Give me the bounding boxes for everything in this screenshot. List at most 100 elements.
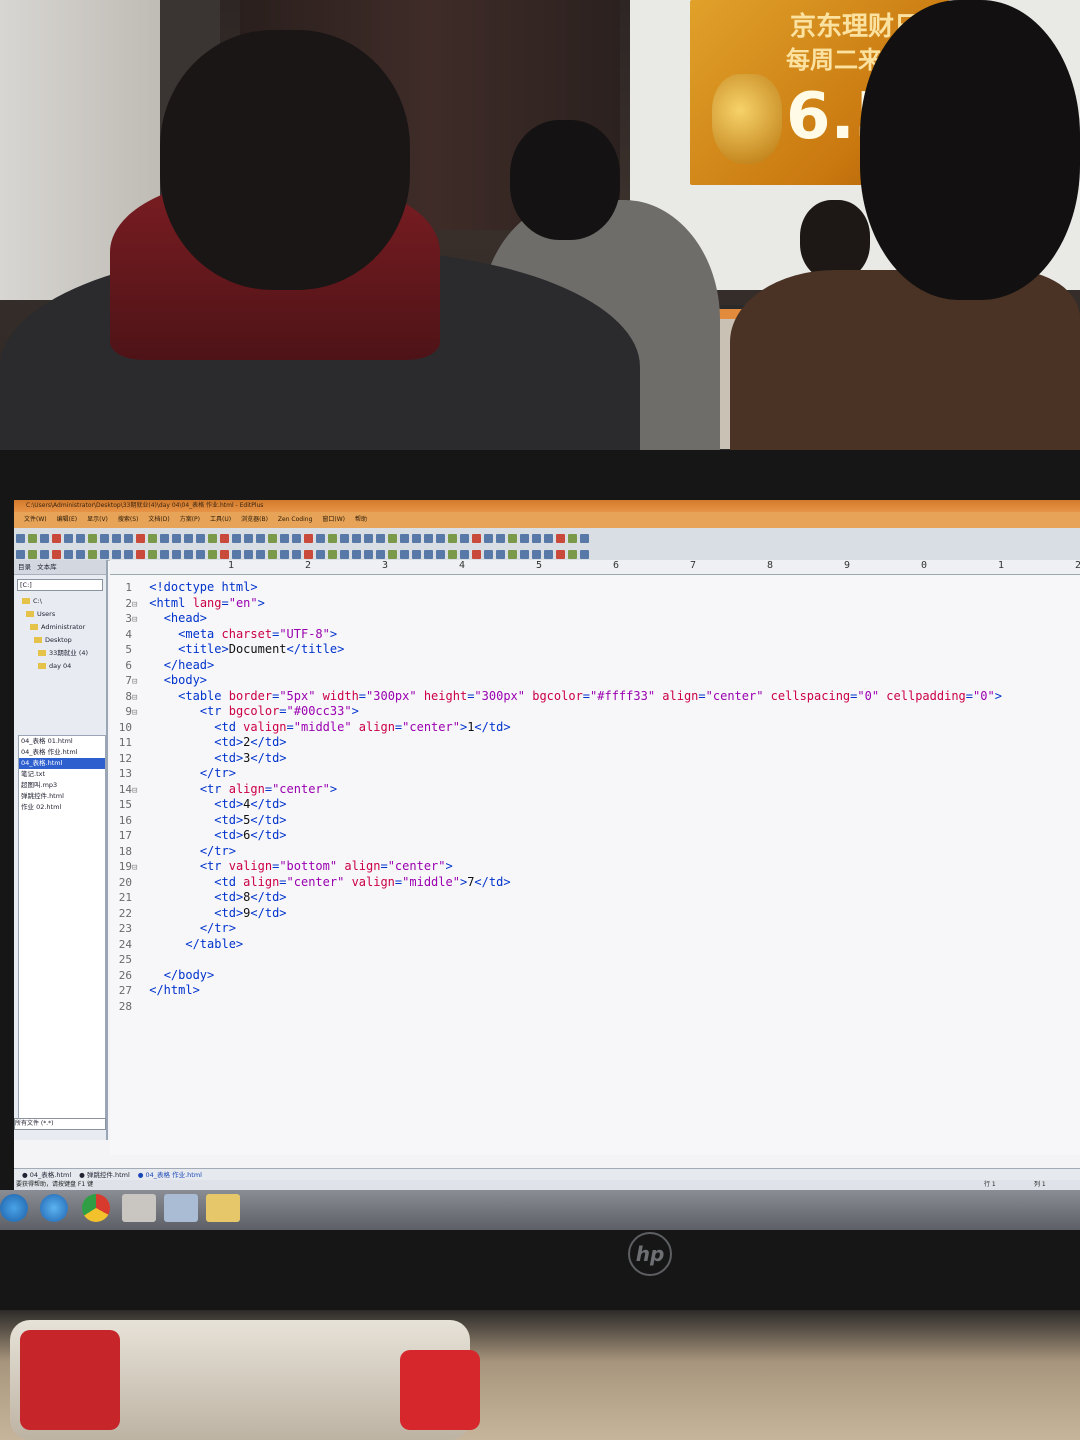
toolbar-button-icon[interactable] — [352, 550, 361, 559]
toolbar-button-icon[interactable] — [28, 534, 37, 543]
toolbar-button-icon[interactable] — [208, 550, 217, 559]
toolbar-button-icon[interactable] — [304, 534, 313, 543]
toolbar-button-icon[interactable] — [364, 534, 373, 543]
toolbar-button-icon[interactable] — [496, 550, 505, 559]
toolbar-button-icon[interactable] — [460, 550, 469, 559]
notepad-icon[interactable] — [164, 1194, 198, 1222]
toolbar-button-icon[interactable] — [556, 534, 565, 543]
folder-tree-item[interactable]: Users — [14, 608, 106, 621]
toolbar-button-icon[interactable] — [304, 550, 313, 559]
toolbar-button-icon[interactable] — [232, 534, 241, 543]
folder-tree-item[interactable]: day 04 — [14, 660, 106, 673]
toolbar-button-icon[interactable] — [352, 534, 361, 543]
tab-directory[interactable]: 目录 — [18, 560, 31, 574]
toolbar-button-icon[interactable] — [328, 534, 337, 543]
menu-item[interactable]: 工具(U) — [210, 516, 231, 523]
toolbar-button-icon[interactable] — [172, 534, 181, 543]
toolbar-button-icon[interactable] — [112, 550, 121, 559]
explorer-icon[interactable] — [206, 1194, 240, 1222]
toolbar-button-icon[interactable] — [40, 534, 49, 543]
folder-tree-item[interactable]: C:\ — [14, 595, 106, 608]
toolbar-button-icon[interactable] — [88, 550, 97, 559]
toolbar-button-icon[interactable] — [76, 534, 85, 543]
toolbar-button-icon[interactable] — [100, 534, 109, 543]
toolbar-button-icon[interactable] — [388, 550, 397, 559]
toolbar-button-icon[interactable] — [64, 550, 73, 559]
menu-item[interactable]: 浏览器(B) — [241, 516, 268, 523]
toolbar-button-icon[interactable] — [412, 550, 421, 559]
toolbar-button-icon[interactable] — [16, 550, 25, 559]
toolbar-button-icon[interactable] — [484, 534, 493, 543]
toolbar-button-icon[interactable] — [496, 534, 505, 543]
toolbar-button-icon[interactable] — [280, 534, 289, 543]
toolbar-button-icon[interactable] — [532, 550, 541, 559]
toolbar-button-icon[interactable] — [172, 550, 181, 559]
folder-tree-item[interactable]: Administrator — [14, 621, 106, 634]
toolbar-button-icon[interactable] — [400, 550, 409, 559]
toolbar-button-icon[interactable] — [436, 550, 445, 559]
toolbar-button-icon[interactable] — [580, 550, 589, 559]
file-list-item[interactable]: 04_表格.html — [19, 758, 105, 769]
toolbar-button-icon[interactable] — [268, 534, 277, 543]
toolbar-button-icon[interactable] — [52, 550, 61, 559]
toolbar-button-icon[interactable] — [196, 550, 205, 559]
toolbar-button-icon[interactable] — [64, 534, 73, 543]
menu-item[interactable]: 显示(V) — [87, 516, 108, 523]
menu-item[interactable]: 帮助 — [355, 516, 367, 523]
toolbar-button-icon[interactable] — [544, 550, 553, 559]
toolbar-button-icon[interactable] — [208, 534, 217, 543]
toolbar-button-icon[interactable] — [196, 534, 205, 543]
toolbar-button-icon[interactable] — [76, 550, 85, 559]
toolbar-button-icon[interactable] — [424, 550, 433, 559]
toolbar-button-icon[interactable] — [340, 550, 349, 559]
menu-item[interactable]: Zen Coding — [278, 516, 312, 523]
toolbar-button-icon[interactable] — [160, 550, 169, 559]
toolbar-button-icon[interactable] — [484, 550, 493, 559]
toolbar-button-icon[interactable] — [160, 534, 169, 543]
toolbar-button-icon[interactable] — [532, 534, 541, 543]
toolbar-button-icon[interactable] — [136, 550, 145, 559]
code-editor[interactable]: 1 <!doctype html> 2⊟ <html lang="en"> 3⊟ <… — [110, 575, 1080, 1155]
file-list-item[interactable]: 作业 02.html — [19, 802, 105, 813]
toolbar-button-icon[interactable] — [136, 534, 145, 543]
toolbar-button-icon[interactable] — [256, 550, 265, 559]
toolbar-button-icon[interactable] — [256, 534, 265, 543]
toolbar-button-icon[interactable] — [124, 534, 133, 543]
tab-cliptext[interactable]: 文本库 — [37, 560, 57, 574]
menu-item[interactable]: 编辑(E) — [57, 516, 77, 523]
toolbar-button-icon[interactable] — [340, 534, 349, 543]
toolbar-button-icon[interactable] — [112, 534, 121, 543]
toolbar-button-icon[interactable] — [244, 550, 253, 559]
toolbar-button-icon[interactable] — [316, 534, 325, 543]
toolbar-button-icon[interactable] — [448, 550, 457, 559]
menu-item[interactable]: 文档(D) — [148, 516, 169, 523]
toolbar-button-icon[interactable] — [52, 534, 61, 543]
toolbar-button-icon[interactable] — [364, 550, 373, 559]
toolbar-button-icon[interactable] — [124, 550, 133, 559]
toolbar-button-icon[interactable] — [568, 534, 577, 543]
toolbar-button-icon[interactable] — [268, 550, 277, 559]
toolbar-button-icon[interactable] — [328, 550, 337, 559]
file-list-item[interactable]: 04_表格 01.html — [19, 736, 105, 747]
toolbar-button-icon[interactable] — [376, 550, 385, 559]
drive-select[interactable]: [C:] — [17, 579, 103, 591]
toolbar-button-icon[interactable] — [316, 550, 325, 559]
toolbar-button-icon[interactable] — [424, 534, 433, 543]
toolbar-button-icon[interactable] — [220, 550, 229, 559]
chrome-icon[interactable] — [82, 1194, 110, 1222]
toolbar-button-icon[interactable] — [292, 534, 301, 543]
file-list-item[interactable]: 弹跳控件.html — [19, 791, 105, 802]
file-list-item[interactable]: 超图叫.mp3 — [19, 780, 105, 791]
toolbar-button-icon[interactable] — [508, 534, 517, 543]
toolbar-button-icon[interactable] — [28, 550, 37, 559]
toolbar-button-icon[interactable] — [244, 534, 253, 543]
toolbar-button-icon[interactable] — [448, 534, 457, 543]
toolbar-button-icon[interactable] — [100, 550, 109, 559]
file-filter-select[interactable]: 所有文件 (*.*) — [14, 1118, 106, 1130]
toolbar-button-icon[interactable] — [292, 550, 301, 559]
paint-icon[interactable] — [122, 1194, 156, 1222]
toolbar-button-icon[interactable] — [148, 534, 157, 543]
toolbar-button-icon[interactable] — [580, 534, 589, 543]
toolbar-button-icon[interactable] — [376, 534, 385, 543]
toolbar-button-icon[interactable] — [544, 534, 553, 543]
